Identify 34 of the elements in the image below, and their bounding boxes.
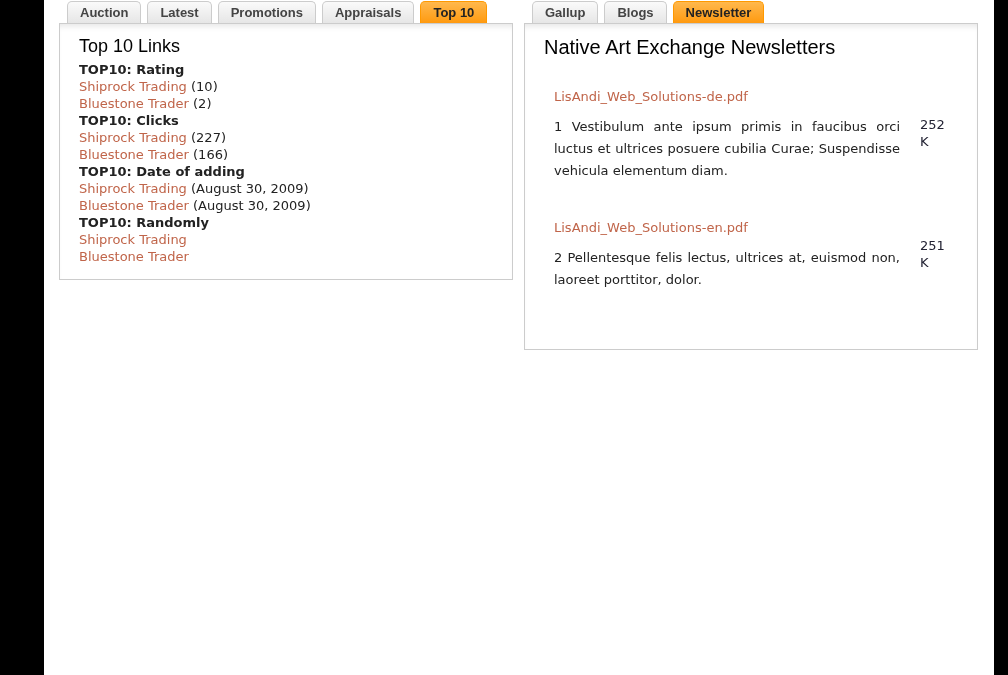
tab[interactable]: Newsletter (672, 1, 765, 23)
link[interactable]: Shiprock Trading (79, 181, 187, 196)
count-text: (166) (193, 147, 228, 162)
file-size: 252 K (920, 116, 946, 151)
tab[interactable]: Appraisals (321, 1, 415, 23)
link[interactable]: Bluestone Trader (79, 96, 189, 111)
panel-title: Top 10 Links (79, 36, 181, 57)
count-text: (August 30, 2009) (193, 198, 311, 213)
section-heading: TOP10: Rating (79, 61, 185, 78)
file-description: 1 Vestibulum ante ipsum primis in faucibus orci luctus et ultrices posuere cubilia Curae; Suspendisse vehicula elementum diam. (554, 118, 900, 180)
tab[interactable]: Blogs (604, 1, 667, 23)
link[interactable]: Shiprock Trading (79, 130, 187, 145)
tab[interactable]: Auction (67, 1, 142, 23)
section-heading: TOP10: Date of adding (79, 163, 245, 180)
link[interactable]: Bluestone Trader (79, 198, 189, 213)
tab[interactable]: Promotions (217, 1, 316, 23)
panel-title: Native Art Exchange Newsletters (544, 36, 836, 59)
section-heading: TOP10: Randomly (79, 214, 209, 231)
count-text: (227) (191, 130, 226, 145)
link[interactable]: Shiprock Trading (79, 232, 187, 247)
count-text: (10) (191, 79, 218, 94)
section-heading: TOP10: Clicks (79, 112, 179, 129)
tab[interactable]: Gallup (532, 1, 599, 23)
file-size: 251 K (920, 237, 946, 272)
tab[interactable]: Top 10 (420, 1, 488, 23)
link[interactable]: Bluestone Trader (79, 147, 189, 162)
file-link[interactable]: LisAndi_Web_Solutions-de.pdf (554, 89, 748, 104)
file-description: 2 Pellentesque felis lectus, ultrices at, euismod non, laoreet porttitor, dolor. (554, 249, 900, 289)
link[interactable]: Shiprock Trading (79, 79, 187, 94)
count-text: (August 30, 2009) (191, 181, 309, 196)
tab[interactable]: Latest (147, 1, 212, 23)
count-text: (2) (193, 96, 212, 111)
link[interactable]: Bluestone Trader (79, 249, 189, 264)
file-link[interactable]: LisAndi_Web_Solutions-en.pdf (554, 220, 748, 235)
